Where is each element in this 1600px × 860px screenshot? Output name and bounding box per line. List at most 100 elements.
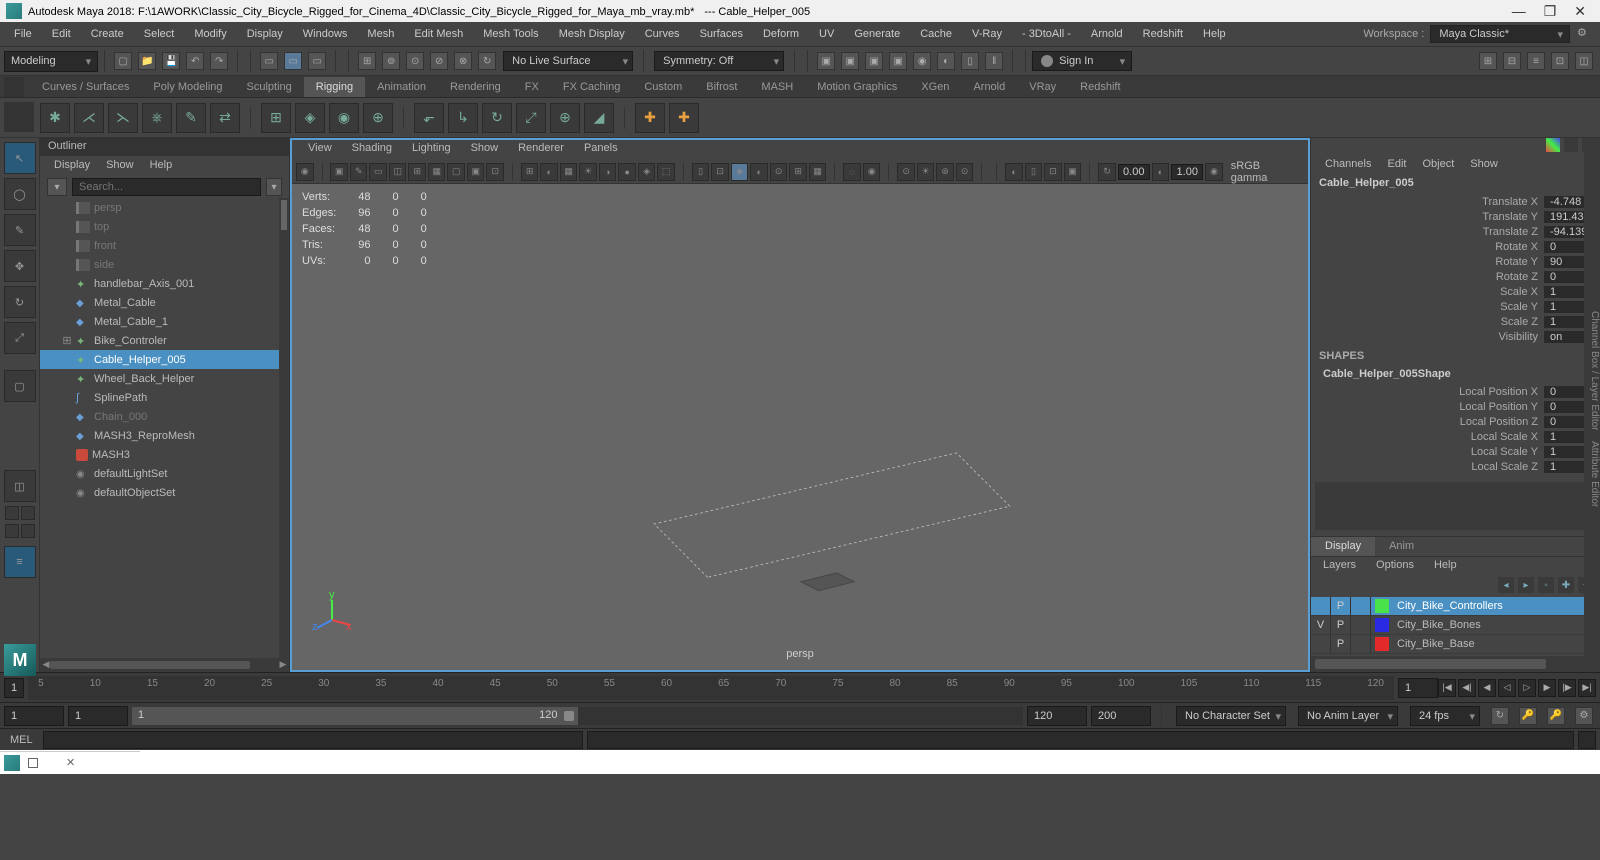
live-surface-dropdown[interactable]: No Live Surface	[503, 51, 633, 71]
attr-label[interactable]: Local Position X	[1311, 386, 1544, 398]
shelf-tab-fx[interactable]: FX	[513, 77, 551, 97]
shelf-paint-icon[interactable]: ✎	[176, 103, 206, 133]
ui-element-icon-5[interactable]: ◫	[1575, 52, 1593, 70]
layout-persp-icon[interactable]	[21, 524, 35, 538]
outliner-hscroll[interactable]: ◀▶	[40, 658, 289, 672]
vp-film-icon[interactable]: ▦	[428, 163, 446, 181]
lasso-tool[interactable]: ◯	[4, 178, 36, 210]
cb-menu-channels[interactable]: Channels	[1319, 158, 1377, 171]
vp-tex-icon[interactable]: ▦	[560, 163, 578, 181]
vp-gamma-field[interactable]: 1.00	[1171, 164, 1203, 180]
close-button[interactable]: ✕	[1574, 3, 1586, 20]
vp-gamma-icon[interactable]: ↻	[1098, 163, 1116, 181]
layout-four-icon[interactable]	[5, 506, 19, 520]
anim-end-field[interactable]: 200	[1091, 706, 1151, 726]
play-forward-button[interactable]: ▷	[1518, 679, 1536, 697]
outliner-filter-icon[interactable]: ▾	[47, 178, 67, 196]
menu-modify[interactable]: Modify	[184, 24, 236, 44]
vp-twoside-icon[interactable]: ◐	[750, 163, 768, 181]
attr-label[interactable]: Translate Y	[1311, 211, 1544, 223]
layer-vis-toggle[interactable]	[1311, 635, 1331, 653]
attr-label[interactable]: Translate X	[1311, 196, 1544, 208]
vp-expose-icon[interactable]: ◐	[1005, 163, 1023, 181]
shelf-point-icon[interactable]: ↳	[448, 103, 478, 133]
attr-label[interactable]: Rotate X	[1311, 241, 1544, 253]
shelf-tab-curvessurfaces[interactable]: Curves / Surfaces	[30, 77, 141, 97]
cmd-lang-label[interactable]: MEL	[4, 734, 39, 746]
select-tool[interactable]: ↖	[4, 142, 36, 174]
outliner-item-splinepath[interactable]: SplinePath	[40, 388, 289, 407]
shelf-handle-icon[interactable]	[4, 77, 24, 97]
render-icon[interactable]: ▣	[817, 52, 835, 70]
range-track[interactable]: 1120	[132, 707, 1023, 725]
new-scene-icon[interactable]: ▢	[114, 52, 132, 70]
vp-fog-icon[interactable]: ◌	[843, 163, 861, 181]
render-view-icon[interactable]: ◉	[913, 52, 931, 70]
outliner-menu-display[interactable]: Display	[48, 159, 96, 173]
shelf-hik-icon[interactable]: ✚	[635, 103, 665, 133]
outliner-item-defaultlightset[interactable]: defaultLightSet	[40, 464, 289, 483]
layer-vis-toggle[interactable]: V	[1311, 616, 1331, 634]
shelf-pole-icon[interactable]: ◢	[584, 103, 614, 133]
menu-edit[interactable]: Edit	[42, 24, 81, 44]
workspace-gear-icon[interactable]: ⚙	[1577, 26, 1593, 42]
vp-ao-icon[interactable]: ●	[618, 163, 636, 181]
attr-label[interactable]: Translate Z	[1311, 226, 1544, 238]
vp-bookmark-icon[interactable]: ✎	[350, 163, 368, 181]
outliner-list[interactable]: persptopfrontsidehandlebar_Axis_001Metal…	[40, 198, 289, 658]
layout-two-icon[interactable]	[21, 506, 35, 520]
task-maya-button[interactable]: ✕	[0, 751, 140, 773]
menu-select[interactable]: Select	[134, 24, 185, 44]
panel-icon[interactable]: ▯	[961, 52, 979, 70]
vp-light-icon[interactable]: ☀	[579, 163, 597, 181]
shelf-ik-icon[interactable]: ⋌	[74, 103, 104, 133]
shelf-joint-icon[interactable]: ✱	[40, 103, 70, 133]
layer-new-empty-icon[interactable]: ◦	[1538, 577, 1554, 593]
layer-vis-toggle[interactable]	[1311, 597, 1331, 615]
save-scene-icon[interactable]: 💾	[162, 52, 180, 70]
command-input[interactable]	[43, 731, 583, 749]
pause-icon[interactable]: ‖	[985, 52, 1003, 70]
vp-exposure-field[interactable]: 0.00	[1118, 164, 1150, 180]
select-component-icon[interactable]: ▭	[308, 52, 326, 70]
shelf-tab-motiongraphics[interactable]: Motion Graphics	[805, 77, 909, 97]
layer-new-icon[interactable]: ✚	[1558, 577, 1574, 593]
shelf-tab-vray[interactable]: VRay	[1017, 77, 1068, 97]
workspace-dropdown[interactable]: Maya Classic*	[1430, 25, 1570, 43]
layer-row[interactable]: VPCity_Bike_Bones	[1311, 616, 1600, 635]
viewport-menu-shading[interactable]: Shading	[344, 142, 400, 158]
layer-move-down-icon[interactable]: ▸	[1518, 577, 1534, 593]
snap-grid-icon[interactable]: ⊞	[358, 52, 376, 70]
ipr-icon[interactable]: ▣	[841, 52, 859, 70]
menu-dtoall[interactable]: - 3DtoAll -	[1012, 24, 1081, 44]
viewport-menu-panels[interactable]: Panels	[576, 142, 626, 158]
outliner-item-wheelbackhelper[interactable]: Wheel_Back_Helper	[40, 369, 289, 388]
vp-image-icon[interactable]: ▭	[369, 163, 387, 181]
attr-label[interactable]: Scale Z	[1311, 316, 1544, 328]
step-back-key-button[interactable]: ◀|	[1458, 679, 1476, 697]
fps-dropdown[interactable]: 24 fps	[1410, 706, 1480, 726]
outliner-scrollbar[interactable]	[279, 198, 289, 658]
outliner-item-metalcable[interactable]: Metal_Cable	[40, 293, 289, 312]
vp-expose3-icon[interactable]: ⊡	[1044, 163, 1062, 181]
attr-label[interactable]: Local Scale Z	[1311, 461, 1544, 473]
layer-tab-anim[interactable]: Anim	[1375, 537, 1428, 556]
outliner-search-options-icon[interactable]: ▾	[266, 178, 282, 196]
shelf-tab-custom[interactable]: Custom	[632, 77, 694, 97]
cb-menu-edit[interactable]: Edit	[1381, 158, 1412, 171]
viewport-canvas[interactable]: Verts:4800Edges:9600Faces:4800Tris:9600U…	[292, 184, 1308, 670]
layer-row[interactable]: PCity_Bike_Controllers	[1311, 597, 1600, 616]
shelf-tab-bifrost[interactable]: Bifrost	[694, 77, 749, 97]
shelf-parent-icon[interactable]: ⬐	[414, 103, 444, 133]
attr-label[interactable]: Rotate Y	[1311, 256, 1544, 268]
menu-deform[interactable]: Deform	[753, 24, 809, 44]
vp-select-camera-icon[interactable]: ◉	[296, 163, 314, 181]
shelf-lattice-icon[interactable]: ⊞	[261, 103, 291, 133]
snap-toggle-icon[interactable]: ↻	[478, 52, 496, 70]
render-seq-icon[interactable]: ▣	[865, 52, 883, 70]
attr-label[interactable]: Local Scale X	[1311, 431, 1544, 443]
layer-menu-layers[interactable]: Layers	[1315, 559, 1364, 575]
shelf-tab-mash[interactable]: MASH	[749, 77, 805, 97]
shape-name[interactable]: Cable_Helper_005Shape	[1311, 366, 1600, 382]
outliner-item-cablehelper005[interactable]: Cable_Helper_005	[40, 350, 289, 369]
